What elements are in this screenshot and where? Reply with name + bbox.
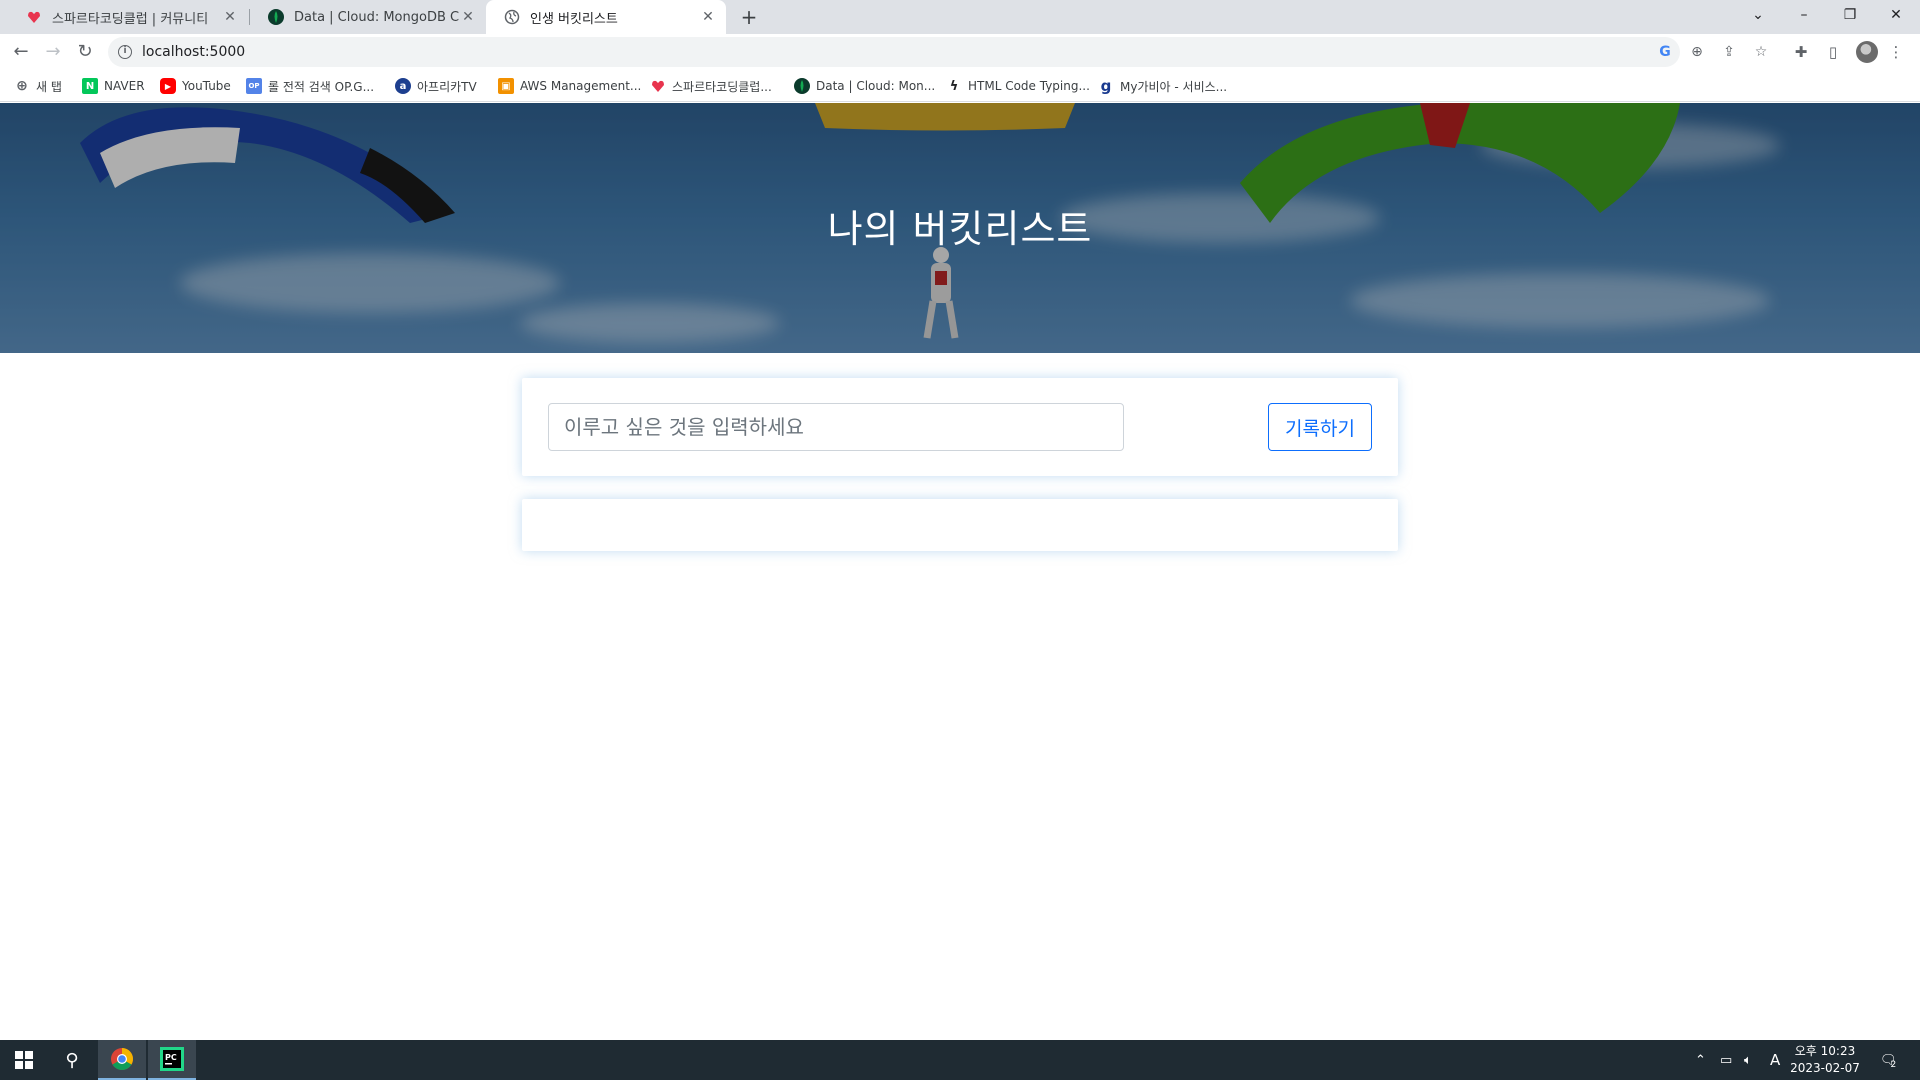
bookmark-label: YouTube bbox=[182, 79, 231, 93]
close-icon[interactable]: ✕ bbox=[222, 9, 238, 25]
bookmarks-bar: ⊕ 새 탭 N NAVER ▶ YouTube OP 롤 전적 검색 OP.G.… bbox=[0, 70, 1920, 102]
bookmark-mongodb[interactable]: Data | Cloud: Mon... bbox=[794, 77, 935, 95]
url-text: localhost:5000 bbox=[142, 44, 246, 60]
notification-count: 2 bbox=[1890, 1060, 1897, 1070]
sparta-icon bbox=[650, 78, 666, 94]
bookmark-aws[interactable]: ▣ AWS Management... bbox=[498, 77, 641, 95]
tab-bucketlist[interactable]: 인생 버킷리스트 ✕ bbox=[486, 0, 726, 34]
page-content: 나의 버킷리스트 기록하기 bbox=[0, 103, 1920, 1040]
bucket-input[interactable] bbox=[548, 403, 1124, 451]
profile-avatar[interactable] bbox=[1856, 41, 1878, 63]
browser-toolbar: ← → ↻ i localhost:5000 G ⊕ ⇪ ☆ ✚ ▯ ⋮ bbox=[0, 34, 1920, 70]
taskbar-chrome[interactable] bbox=[98, 1040, 146, 1080]
windows-taskbar: ⚲ PC ⌃ ▭ 🔈︎ A 오후 10:23 2023-02-07 🗨︎ 2 bbox=[0, 1040, 1920, 1080]
bookmark-sparta[interactable]: 스파르타코딩클럽... bbox=[650, 77, 772, 95]
globe-icon bbox=[504, 9, 520, 25]
clock-date: 2023-02-07 bbox=[1790, 1061, 1860, 1075]
tab-mongodb[interactable]: Data | Cloud: MongoDB Cloud ✕ bbox=[250, 0, 486, 34]
bookmark-label: NAVER bbox=[104, 79, 145, 93]
bookmark-label: 스파르타코딩클럽... bbox=[672, 79, 772, 94]
address-bar[interactable]: i localhost:5000 bbox=[108, 37, 1680, 67]
bookmark-label: AWS Management... bbox=[520, 79, 642, 93]
bookmark-label: HTML Code Typing... bbox=[968, 79, 1090, 93]
mongodb-leaf-icon bbox=[268, 9, 284, 25]
back-arrow-icon[interactable]: ← bbox=[7, 38, 35, 66]
new-tab-button[interactable]: + bbox=[737, 5, 761, 29]
show-hidden-icons[interactable]: ⌃ bbox=[1695, 1040, 1706, 1080]
reload-icon[interactable]: ↻ bbox=[71, 38, 99, 66]
bookmark-label: My가비아 - 서비스... bbox=[1120, 79, 1228, 94]
bookmark-gabia[interactable]: g My가비아 - 서비스... bbox=[1098, 77, 1227, 95]
bookmark-label: 아프리카TV bbox=[417, 79, 477, 94]
naver-icon: N bbox=[82, 78, 98, 94]
aws-icon: ▣ bbox=[498, 78, 514, 94]
start-button[interactable] bbox=[0, 1040, 48, 1080]
gabia-icon: g bbox=[1100, 77, 1112, 95]
minimize-button[interactable]: – bbox=[1781, 0, 1827, 30]
bookmark-label: 롤 전적 검색 OP.G... bbox=[268, 79, 375, 94]
taskbar-pycharm[interactable]: PC bbox=[148, 1040, 196, 1080]
opgg-icon: OP bbox=[246, 78, 262, 94]
windows-logo-icon bbox=[15, 1051, 33, 1069]
ime-indicator[interactable]: A bbox=[1770, 1040, 1780, 1080]
tab-title: 인생 버킷리스트 bbox=[530, 11, 618, 27]
tab-search-icon[interactable]: ⌄ bbox=[1735, 0, 1781, 30]
bookmark-new-tab[interactable]: ⊕ 새 탭 bbox=[14, 77, 62, 95]
sparta-icon bbox=[26, 9, 42, 25]
bookmark-youtube[interactable]: ▶ YouTube bbox=[160, 77, 231, 95]
zoom-icon[interactable]: ⊕ bbox=[1687, 42, 1707, 62]
page-title: 나의 버킷리스트 bbox=[827, 207, 1093, 251]
input-card: 기록하기 bbox=[522, 378, 1398, 476]
extensions-puzzle-icon[interactable]: ✚ bbox=[1790, 41, 1812, 63]
site-info-icon[interactable]: i bbox=[118, 45, 132, 59]
bookmark-naver[interactable]: N NAVER bbox=[82, 77, 145, 95]
forward-arrow-icon[interactable]: → bbox=[39, 38, 67, 66]
bookmark-label: 새 탭 bbox=[36, 79, 62, 94]
tab-strip: 스파르타코딩클럽 | 커뮤니티 ✕ Data | Cloud: MongoDB … bbox=[0, 0, 1920, 34]
bookmark-afreecatv[interactable]: a 아프리카TV bbox=[395, 77, 477, 95]
restore-button[interactable]: ❐ bbox=[1827, 0, 1873, 30]
pycharm-icon: PC bbox=[160, 1047, 184, 1071]
clock-time: 오후 10:23 bbox=[1794, 1044, 1856, 1058]
notification-center-button[interactable]: 🗨︎ 2 bbox=[1880, 1040, 1897, 1080]
mongodb-leaf-icon bbox=[794, 78, 810, 94]
menu-kebab-icon[interactable]: ⋮ bbox=[1885, 41, 1907, 63]
side-panel-icon[interactable]: ▯ bbox=[1822, 41, 1844, 63]
lightning-icon: ϟ bbox=[949, 78, 959, 94]
share-icon[interactable]: ⇪ bbox=[1719, 42, 1739, 62]
bucket-list-card bbox=[522, 499, 1398, 551]
close-icon[interactable]: ✕ bbox=[700, 9, 716, 25]
volume-icon[interactable]: 🔈︎ bbox=[1744, 1040, 1752, 1080]
google-translate-icon[interactable]: G bbox=[1655, 42, 1675, 62]
chrome-icon bbox=[111, 1048, 133, 1070]
tab-title: Data | Cloud: MongoDB Cloud bbox=[294, 9, 460, 25]
network-icon[interactable]: ▭ bbox=[1720, 1040, 1732, 1080]
bookmark-opgg[interactable]: OP 롤 전적 검색 OP.G... bbox=[246, 77, 374, 95]
youtube-icon: ▶ bbox=[160, 78, 176, 94]
search-icon[interactable]: ⚲ bbox=[48, 1040, 96, 1080]
tab-sparta[interactable]: 스파르타코딩클럽 | 커뮤니티 ✕ bbox=[8, 0, 248, 34]
close-icon[interactable]: ✕ bbox=[460, 9, 476, 25]
record-button[interactable]: 기록하기 bbox=[1268, 403, 1372, 451]
globe-icon: ⊕ bbox=[16, 78, 28, 94]
hero-banner: 나의 버킷리스트 bbox=[0, 103, 1920, 353]
taskbar-clock[interactable]: 오후 10:23 2023-02-07 bbox=[1780, 1043, 1870, 1077]
tab-title: 스파르타코딩클럽 | 커뮤니티 bbox=[52, 11, 209, 27]
afreecatv-icon: a bbox=[395, 78, 411, 94]
window-close-button[interactable]: ✕ bbox=[1873, 0, 1919, 30]
svg-text:PC: PC bbox=[165, 1053, 177, 1062]
bookmark-html-typing[interactable]: ϟ HTML Code Typing... bbox=[946, 77, 1090, 95]
bookmark-label: Data | Cloud: Mon... bbox=[816, 79, 936, 93]
bookmark-star-icon[interactable]: ☆ bbox=[1751, 42, 1771, 62]
